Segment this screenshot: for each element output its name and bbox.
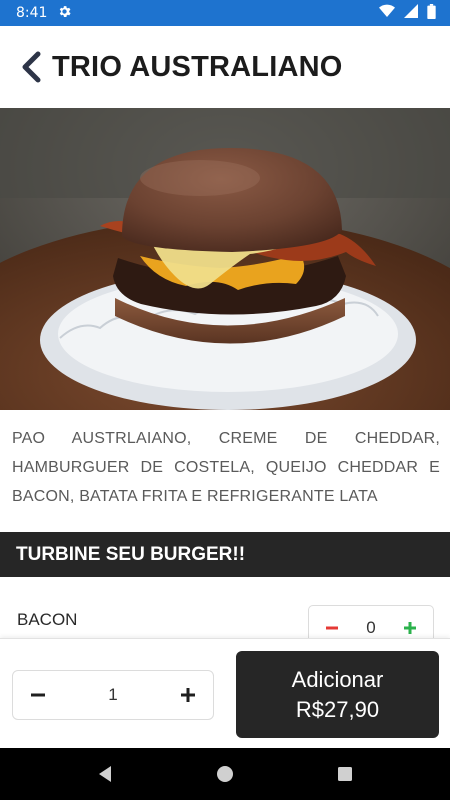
system-nav-bar: [0, 748, 450, 800]
status-bar: 8:41: [0, 0, 450, 26]
wifi-icon: [379, 4, 395, 22]
quantity-increment-button[interactable]: [177, 684, 199, 706]
status-right: [379, 3, 436, 23]
back-triangle-icon: [99, 766, 111, 782]
extras-section-header: TURBINE SEU BURGER!!: [0, 532, 450, 577]
signal-icon: [404, 4, 418, 22]
plus-icon: [181, 688, 195, 702]
app-header: TRIO AUSTRALIANO: [0, 26, 450, 108]
quantity-decrement-button[interactable]: [27, 684, 49, 706]
burger-photo: [0, 108, 450, 410]
page-title: TRIO AUSTRALIANO: [52, 50, 343, 83]
addon-row-bacon: BACON 0: [0, 590, 450, 651]
nav-recents-button[interactable]: [333, 762, 357, 786]
minus-icon: [326, 626, 338, 630]
addon-decrement-button[interactable]: [321, 617, 343, 639]
addon-label: BACON: [17, 610, 78, 629]
status-time: 8:41: [16, 5, 48, 21]
home-circle-icon: [217, 766, 233, 782]
add-button-price: R$27,90: [295, 696, 380, 722]
product-description: PAO AUSTRLAIANO, CREME DE CHEDDAR, HAMBU…: [12, 430, 440, 505]
back-button[interactable]: [18, 49, 44, 85]
section-title: TURBINE SEU BURGER!!: [16, 543, 246, 565]
addon-increment-button[interactable]: [399, 617, 421, 639]
add-button-label: Adicionar: [291, 666, 384, 692]
quantity-value: 1: [108, 685, 118, 704]
add-to-cart-button[interactable]: Adicionar R$27,90: [236, 651, 439, 738]
product-image: [0, 108, 450, 410]
plus-icon: [404, 622, 416, 634]
addon-count: 0: [366, 618, 376, 637]
battery-icon: [427, 3, 436, 23]
recents-square-icon: [338, 767, 352, 781]
status-left: 8:41: [16, 4, 72, 23]
minus-icon: [31, 693, 45, 697]
gear-icon: [57, 4, 72, 23]
chevron-left-icon: [22, 51, 41, 83]
quantity-stepper: 1: [12, 670, 214, 720]
nav-home-button[interactable]: [213, 762, 237, 786]
nav-back-button[interactable]: [93, 762, 117, 786]
bottom-action-bar: 1 Adicionar R$27,90: [0, 638, 450, 748]
